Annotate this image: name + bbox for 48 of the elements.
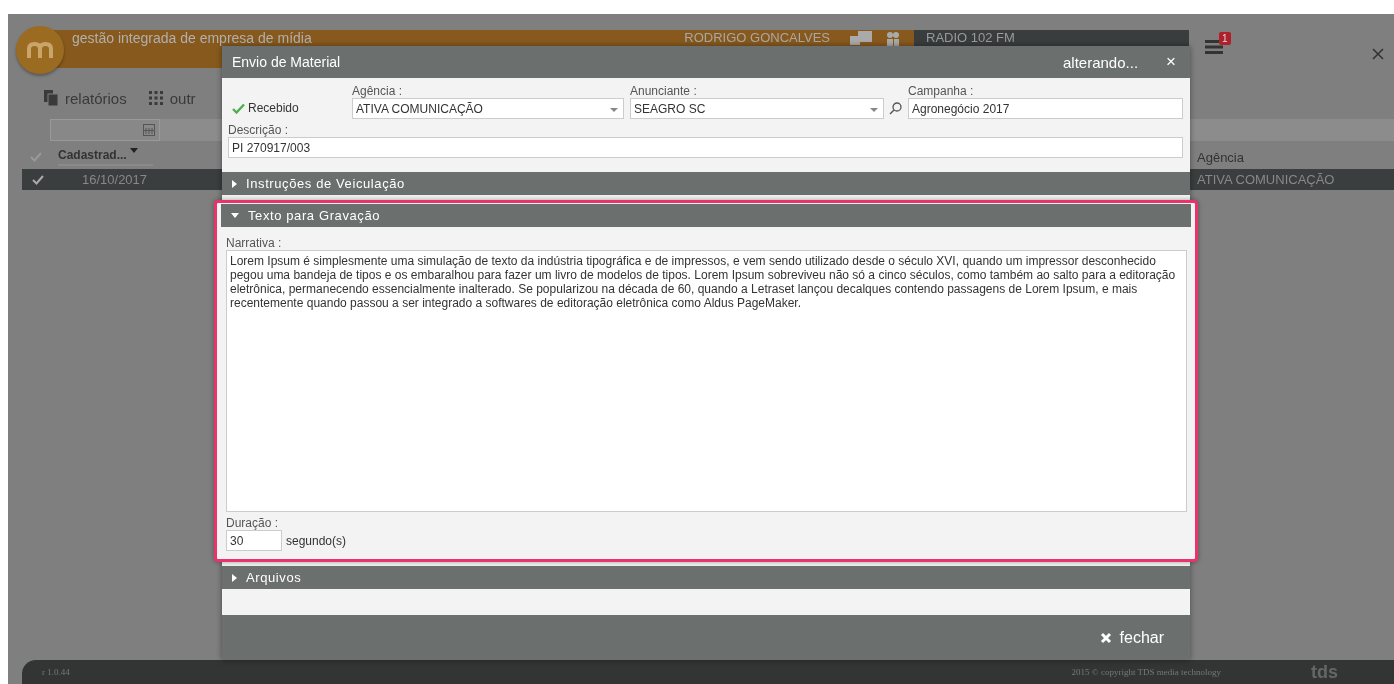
close-icon — [1099, 631, 1112, 644]
field-label: Agência : — [352, 84, 404, 98]
description-field[interactable]: PI 270917/003 — [228, 137, 1183, 158]
check-icon — [32, 174, 44, 185]
table-cell: ATIVA COMUNICAÇÃO — [1197, 172, 1335, 187]
table-cell: 16/10/2017 — [82, 172, 148, 187]
field-label: Duração : — [226, 516, 280, 530]
check-icon — [232, 102, 245, 114]
station-name: RADIO 102 FM — [926, 31, 1015, 45]
section-header[interactable]: Texto para Gravação — [221, 204, 1191, 227]
toolbar-link[interactable]: relatórios — [44, 90, 127, 106]
agency-dropdown[interactable]: ATIVA COMUNICAÇÃO — [352, 98, 624, 119]
close-button[interactable]: fechar — [1093, 627, 1170, 648]
chat-icon[interactable] — [850, 31, 872, 45]
column-header[interactable]: Agência — [1197, 149, 1244, 165]
search-icon[interactable] — [889, 102, 902, 115]
logo-icon — [16, 26, 64, 74]
notification-badge: 1 — [1219, 32, 1231, 45]
status-text: alterando... — [1063, 53, 1139, 71]
document-icon — [44, 90, 58, 106]
people-icon[interactable] — [886, 31, 900, 47]
date-filter[interactable] — [50, 119, 160, 141]
triangle-icon — [231, 213, 239, 218]
close-button[interactable]: × — [1162, 52, 1180, 72]
app-title: gestão integrada de empresa de mídia — [72, 31, 312, 45]
check-icon — [30, 152, 42, 162]
section-header[interactable]: Instruções de Veiculação — [222, 172, 1190, 195]
menu-icon[interactable] — [1205, 40, 1223, 54]
field-label: Narrativa : — [226, 236, 283, 250]
dialog-title: Envio de Material — [232, 54, 341, 70]
section-header[interactable]: Arquivos — [222, 566, 1190, 589]
column-header[interactable]: Cadastrad... — [58, 148, 153, 166]
close-icon[interactable] — [1372, 48, 1384, 60]
campaign-field[interactable]: Agronegócio 2017 — [908, 98, 1183, 119]
triangle-icon — [232, 179, 237, 188]
grid-icon — [148, 91, 163, 105]
narrative-textarea[interactable]: Lorem Ipsum é simplesmente uma simulação de texto da indústria tipográfica e de impressos, e vem sendo utilizado desde o século XVI, quando um impressor desconhecido pegou uma bandeja de tipos e os embaralhou para fazer um livro de modelos de tipos. Lorem Ipsum sobreviveu não só a cinco séculos, como também ao salto para a editoração eletrônica, permanecendo essencialmente inalterado. Se popularizou na década de 60, quando a Letraset lançou decalques contendo passagens de Lorem Ipsum, e mais recentemente quando passou a ser integrado a softwares de editoração eletrônica como Aldus PageMaker. — [226, 250, 1187, 512]
field-label: Campanha : — [908, 84, 975, 98]
toolbar-link[interactable]: outr — [148, 90, 196, 106]
calendar-icon — [143, 124, 155, 136]
field-label: Descrição : — [228, 123, 290, 137]
field-label: Anunciante : — [630, 84, 698, 98]
unit-text: segundo(s) — [286, 533, 347, 548]
received-checkbox[interactable]: Recebido — [232, 97, 346, 119]
user-name[interactable]: RODRIGO GONCALVES — [684, 31, 830, 45]
duration-field[interactable]: 30 — [226, 530, 282, 551]
triangle-icon — [232, 573, 237, 582]
advertiser-dropdown[interactable]: SEAGRO SC — [630, 98, 884, 119]
